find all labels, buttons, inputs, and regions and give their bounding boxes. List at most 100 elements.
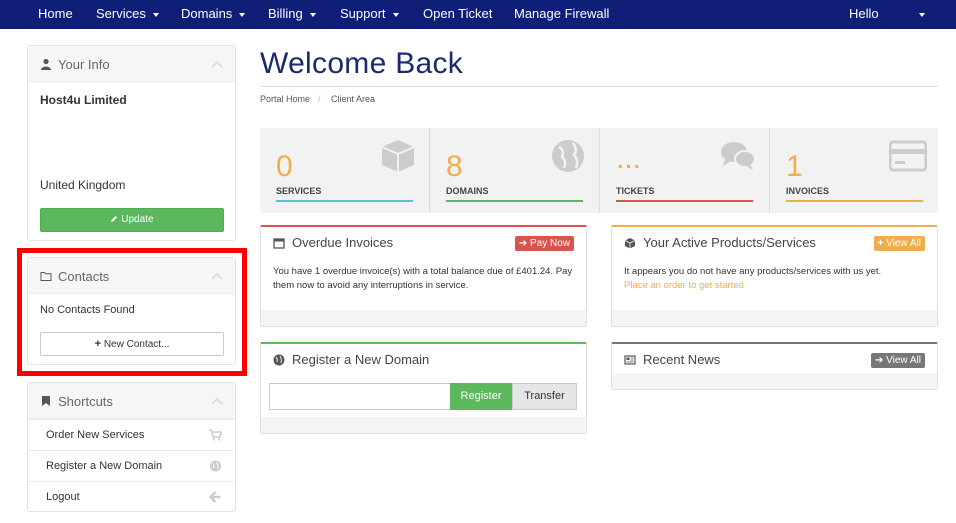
top-navbar: Home Services Domains Billing Support Op…: [0, 0, 956, 29]
caret-down-icon: [309, 12, 316, 17]
nav-billing[interactable]: Billing: [268, 0, 316, 29]
stat-value: 8: [446, 150, 463, 183]
nav-home[interactable]: Home: [38, 0, 73, 29]
transfer-button[interactable]: Transfer: [512, 383, 577, 410]
shortcut-order-new-services[interactable]: Order New Services: [28, 419, 236, 450]
nav-support[interactable]: Support: [340, 0, 399, 29]
register-button[interactable]: Register: [450, 383, 512, 410]
caret-down-icon: [918, 12, 925, 17]
caret-down-icon: [392, 12, 399, 17]
nav-billing-label: Billing: [268, 6, 303, 21]
stat-label: INVOICES: [786, 186, 830, 196]
overdue-invoices-text: You have 1 overdue invoice(s) with a tot…: [273, 266, 573, 291]
nav-manage-firewall[interactable]: Manage Firewall: [514, 0, 609, 29]
arrow-right-icon: ➔: [874, 355, 884, 366]
stat-services[interactable]: 0 SERVICES: [260, 128, 429, 213]
cart-icon: [209, 429, 222, 441]
nav-open-ticket[interactable]: Open Ticket: [423, 0, 492, 29]
your-info-header[interactable]: Your Info: [28, 46, 235, 82]
nav-manage-firewall-label: Manage Firewall: [514, 6, 610, 21]
nav-services[interactable]: Services: [96, 0, 159, 29]
recent-news-card: Recent News ➔ View All: [611, 342, 938, 390]
register-domain-title: Register a New Domain: [292, 352, 430, 367]
credit-card-icon: [889, 140, 927, 172]
stat-underline: [616, 200, 753, 202]
breadcrumb-client-area: Client Area: [331, 94, 376, 104]
stat-label: SERVICES: [276, 186, 322, 196]
recent-news-header: Recent News ➔ View All: [612, 344, 937, 376]
card-footer: [612, 310, 937, 326]
stat-value: ...: [616, 142, 642, 175]
stat-underline: [446, 200, 583, 202]
nav-open-ticket-label: Open Ticket: [423, 6, 493, 21]
shortcuts-panel: Shortcuts Order New Services Register a …: [27, 382, 236, 512]
arrow-right-icon: ➔: [518, 238, 528, 249]
company-name: Host4u Limited: [40, 93, 127, 107]
active-products-text: It appears you do not have any products/…: [624, 265, 934, 293]
breadcrumb-separator: /: [318, 94, 321, 104]
shortcut-label: Logout: [46, 491, 80, 503]
overdue-invoices-title: Overdue Invoices: [292, 235, 394, 250]
view-all-news-button[interactable]: ➔ View All: [870, 353, 925, 368]
active-products-card: Your Active Products/Services + View All…: [611, 225, 938, 327]
stat-label: DOMAINS: [446, 186, 489, 196]
calendar-icon: [273, 238, 285, 249]
update-label: Update: [121, 214, 154, 225]
your-info-panel: Your Info Host4u Limited United Kingdom …: [27, 45, 236, 241]
nav-domains[interactable]: Domains: [181, 0, 246, 29]
place-order-link[interactable]: Place an order to get started: [624, 279, 934, 293]
stat-label: TICKETS: [616, 186, 655, 196]
highlight-box: [17, 248, 247, 376]
shortcuts-title: Shortcuts: [58, 394, 113, 409]
stat-tickets[interactable]: ... TICKETS: [600, 128, 769, 213]
nav-account-menu[interactable]: Hello: [849, 0, 925, 29]
country: United Kingdom: [40, 178, 126, 192]
view-all-label: View All: [886, 355, 921, 366]
stat-domains[interactable]: 8 DOMAINS: [430, 128, 599, 213]
comments-icon: [721, 142, 756, 170]
stat-underline: [276, 200, 413, 202]
caret-down-icon: [239, 12, 246, 17]
title-divider: [260, 86, 938, 87]
bookmark-icon: [42, 396, 50, 406]
active-products-header: Your Active Products/Services + View All: [612, 227, 937, 259]
stats-row: 0 SERVICES 8 DOMAINS ... TICKETS 1 INVOI…: [260, 128, 938, 213]
stat-value: 1: [786, 150, 803, 183]
shortcut-label: Order New Services: [46, 429, 145, 441]
shortcut-register-domain[interactable]: Register a New Domain: [28, 450, 236, 481]
cube-icon: [381, 140, 415, 172]
active-products-title: Your Active Products/Services: [643, 235, 816, 250]
stat-invoices[interactable]: 1 INVOICES: [770, 128, 939, 213]
user-icon: [41, 58, 51, 70]
cube-icon: [624, 238, 636, 249]
register-domain-card: Register a New Domain Register Transfer: [260, 342, 587, 434]
plus-icon: +: [877, 238, 884, 249]
your-info-title: Your Info: [58, 57, 110, 72]
pencil-icon: [111, 216, 118, 222]
view-all-label: View All: [886, 238, 921, 249]
view-all-products-button[interactable]: + View All: [873, 236, 925, 251]
chevron-up-icon[interactable]: [211, 395, 223, 407]
nav-services-label: Services: [96, 6, 146, 21]
domain-search-input[interactable]: [269, 383, 451, 410]
pay-now-label: Pay Now: [529, 238, 570, 249]
page-title: Welcome Back: [260, 47, 464, 80]
stat-underline: [786, 200, 923, 202]
shortcuts-header[interactable]: Shortcuts: [28, 383, 235, 419]
shortcut-logout[interactable]: Logout: [28, 481, 236, 512]
card-footer: [261, 417, 586, 433]
overdue-invoices-card: Overdue Invoices ➔ Pay Now You have 1 ov…: [260, 225, 587, 327]
overdue-invoices-header: Overdue Invoices ➔ Pay Now: [261, 227, 586, 259]
globe-icon: [552, 140, 584, 172]
no-products-text: It appears you do not have any products/…: [624, 266, 882, 277]
newspaper-icon: [624, 355, 636, 365]
update-button[interactable]: Update: [40, 208, 224, 232]
card-footer: [261, 310, 586, 326]
nav-hello-label: Hello: [849, 6, 879, 21]
globe-icon: [210, 460, 221, 472]
pay-now-button[interactable]: ➔ Pay Now: [514, 236, 574, 251]
shortcut-label: Register a New Domain: [46, 460, 163, 472]
stat-value: 0: [276, 150, 293, 183]
breadcrumb-portal-home[interactable]: Portal Home: [260, 94, 310, 104]
chevron-up-icon[interactable]: [211, 58, 223, 70]
